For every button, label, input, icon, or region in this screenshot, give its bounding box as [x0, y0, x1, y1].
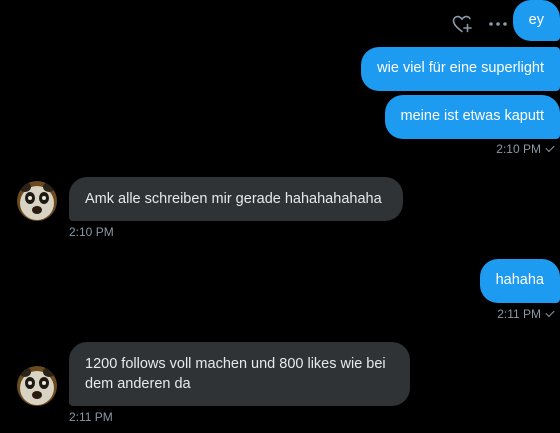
message-text: wie viel für eine superlight — [377, 60, 544, 76]
sent-check-icon — [545, 307, 555, 318]
outgoing-message[interactable]: hahaha — [479, 259, 560, 303]
sent-check-icon — [545, 142, 555, 153]
message-text: ey — [528, 12, 544, 28]
heart-plus-icon[interactable] — [450, 12, 474, 36]
avatar[interactable] — [17, 181, 57, 221]
outgoing-message[interactable]: meine ist etwas kaputt — [384, 95, 560, 139]
conversation-view: ey wie viel für eine superlight meine is… — [0, 0, 560, 433]
outgoing-message[interactable]: wie viel für eine superlight — [361, 47, 560, 91]
message-actions — [450, 12, 514, 36]
more-icon[interactable] — [486, 12, 510, 36]
outgoing-message[interactable]: ey — [512, 0, 560, 41]
message-timestamp: 2:10 PM — [69, 225, 114, 239]
message-timestamp: 2:11 PM — [69, 410, 113, 424]
incoming-message[interactable]: Amk alle schreiben mir gerade hahahahaha… — [69, 177, 403, 221]
message-timestamp: 2:11 PM — [497, 307, 555, 321]
message-timestamp: 2:10 PM — [496, 142, 555, 156]
message-text: meine ist etwas kaputt — [400, 108, 544, 124]
avatar[interactable] — [17, 366, 57, 406]
message-text: 1200 follows voll machen und 800 likes w… — [85, 356, 386, 392]
message-text: Amk alle schreiben mir gerade hahahahaha… — [85, 191, 382, 207]
incoming-message[interactable]: 1200 follows voll machen und 800 likes w… — [69, 342, 410, 406]
message-text: hahaha — [495, 272, 544, 288]
